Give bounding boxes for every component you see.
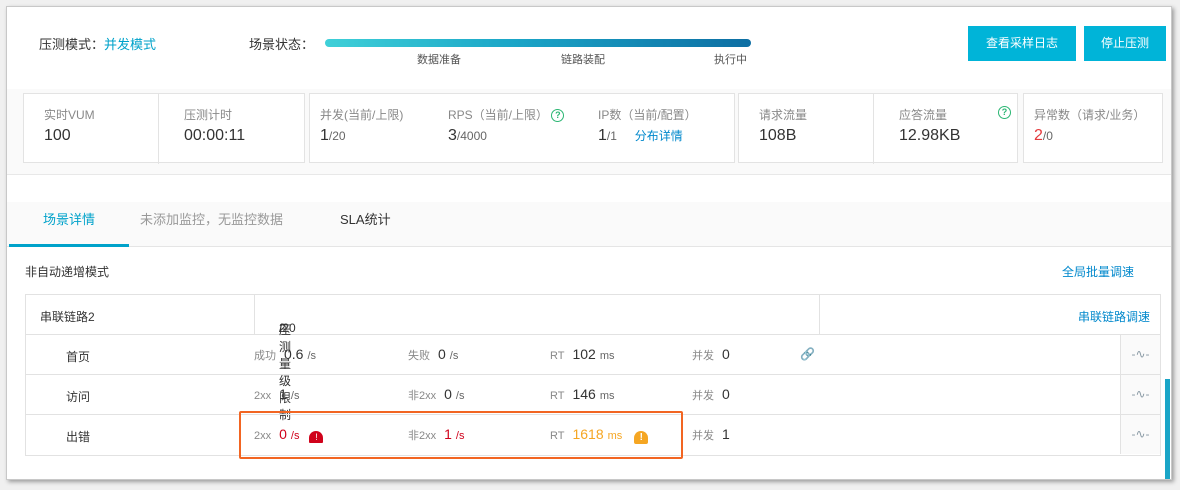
chain-name: 串联链路2	[40, 310, 95, 324]
scene-state-label: 场景状态：	[249, 37, 315, 52]
global-batch-speed-link[interactable]: 全局批量调速	[1062, 263, 1134, 280]
table-row: 首页 成功 0.6/s 失败 0/s RT 102 ms 并发 0 🔗 -∿-	[26, 335, 1160, 375]
mode-label: 压测模式：	[39, 37, 105, 52]
link-icon[interactable]: 🔗	[800, 347, 815, 361]
tab-scene-detail[interactable]: 场景详情	[9, 202, 129, 247]
vertical-scrollbar[interactable]	[1165, 379, 1170, 479]
tab-monitoring[interactable]: 未添加监控，无监控数据	[140, 202, 283, 247]
stat-errors-label: 异常数（请求/业务）	[1034, 108, 1146, 122]
stat-vum: 实时VUM 100	[44, 108, 95, 144]
tab-bar: 场景详情 未添加监控，无监控数据 SLA统计	[7, 202, 1171, 247]
pulse-icon[interactable]: -∿-	[1120, 335, 1160, 374]
app-frame: 压测模式：并发模式 场景状态： 数据准备 链路装配 执行中 查看采样日志 停止压…	[6, 6, 1172, 480]
step-running: 执行中	[714, 54, 747, 66]
step-link-assembly: 链路装配	[561, 54, 605, 66]
stat-ip-label: IP数（当前/配置）	[598, 108, 697, 122]
question-circle-icon[interactable]: ?	[998, 106, 1011, 119]
table-row: 访问 2xx 1/s 非2xx 0/s RT 146 ms 并发 0 -∿-	[26, 375, 1160, 415]
stat-request-traffic: 请求流量 108B	[759, 108, 808, 144]
stat-ip-value: 1/1 分布详情	[598, 127, 683, 144]
stats-card-errors: 异常数（请求/业务） 2/0	[1023, 93, 1163, 163]
table-row: 出错 2xx 0/s! 非2xx 1/s RT 1618 ms! 并发 1 -∿-	[26, 415, 1160, 455]
warning-bell-icon: !	[634, 431, 649, 444]
sub-mode-label: 非自动递增模式	[25, 265, 110, 279]
stat-errors-value: 2/0	[1034, 127, 1053, 144]
distribution-detail-link[interactable]: 分布详情	[635, 129, 683, 143]
stats-card-traffic: 请求流量 108B 应答流量? 12.98KB	[738, 93, 1018, 164]
chain-table: 串联链路2 压测量级限制 2/20 串联链路调速 首页 成功 0.6/s 失败 0/s…	[25, 294, 1161, 456]
stat-timer: 压测计时 00:00:11	[158, 94, 304, 164]
stats-card-vum-timer: 实时VUM 100 压测计时 00:00:11	[23, 93, 305, 164]
stat-rps-value: 3/4000	[448, 127, 487, 144]
tab-sla[interactable]: SLA统计	[340, 202, 391, 247]
alarm-light-icon: !	[309, 431, 324, 443]
pulse-icon[interactable]: -∿-	[1120, 375, 1160, 414]
pulse-icon[interactable]: -∿-	[1120, 415, 1160, 454]
scene-state-progress	[325, 39, 751, 47]
chain-limit: 压测量级限制 2/20	[254, 295, 820, 422]
chain-speed-link[interactable]: 串联链路调速	[1078, 308, 1150, 325]
stats-panel: 实时VUM 100 压测计时 00:00:11 并发(当前/上限) 1/20 R…	[7, 89, 1171, 175]
stat-concurrency-value: 1/20	[320, 127, 346, 144]
question-circle-icon[interactable]: ?	[551, 109, 565, 122]
chain-header: 串联链路2 压测量级限制 2/20 串联链路调速	[26, 295, 1160, 422]
stat-response-traffic: 应答流量? 12.98KB	[873, 94, 1017, 164]
stat-concurrency-label: 并发(当前/上限)	[320, 108, 404, 122]
step-data-prep: 数据准备	[417, 54, 461, 66]
stats-card-load: 并发(当前/上限) 1/20 RPS（当前/上限） ? 3/4000 IP数（当…	[309, 93, 735, 163]
stop-test-button[interactable]: 停止压测	[1084, 26, 1166, 61]
mode-value: 并发模式	[104, 37, 157, 52]
stat-rps-label: RPS（当前/上限） ?	[448, 106, 565, 123]
pressure-mode: 压测模式：并发模式	[39, 34, 156, 53]
view-sample-log-button[interactable]: 查看采样日志	[968, 26, 1076, 61]
